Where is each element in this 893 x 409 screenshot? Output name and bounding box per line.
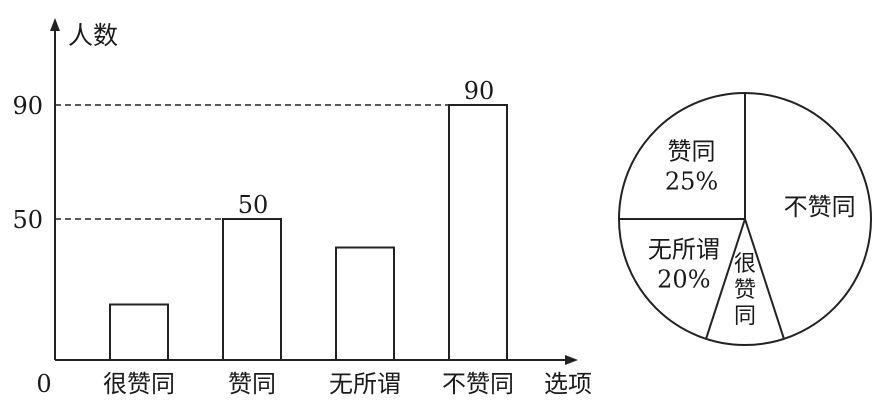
x-tick-label: 很赞同: [103, 370, 175, 398]
bar-1: [109, 303, 169, 361]
bar-2: [222, 218, 282, 361]
pie-slice-percent: 20%: [657, 265, 710, 293]
y-axis-title: 人数: [68, 21, 118, 50]
bar-3: [335, 246, 395, 361]
pie-chart: 赞同25% 无所谓20% 很赞同 不赞同: [618, 92, 872, 346]
x-tick-label: 无所谓: [329, 370, 401, 398]
figure: 很赞同50赞同 无所谓90不赞同 5090人数选项0 赞同25%无所谓20%很赞同…: [12, 18, 872, 398]
bar-marks: 很赞同 50 赞同 无所谓 90 不赞同: [103, 77, 514, 398]
bar-data-label: 90: [464, 77, 495, 105]
x-axis-title: 选项: [544, 370, 592, 398]
y-tick-label: 90: [12, 92, 43, 120]
pie-slice-percent: 25%: [665, 168, 718, 196]
pie-slice-label: 很赞同: [734, 252, 756, 329]
pie-slice-label: 赞同: [668, 138, 716, 166]
x-tick-label: 不赞同: [442, 370, 514, 398]
x-axis-arrow: [565, 355, 578, 365]
x-tick-label: 赞同: [228, 370, 276, 398]
pie-slice-label: 无所谓: [648, 235, 720, 263]
bar-chart: 很赞同 50 赞同 无所谓 90 不赞同 50 90 人数选项 0: [12, 18, 592, 398]
origin-label: 0: [36, 370, 51, 398]
pie-slice-label: 不赞同: [784, 193, 856, 221]
y-axis-arrow: [50, 18, 60, 31]
y-tick-label: 50: [12, 206, 43, 234]
bar-4: [448, 104, 508, 361]
bar-data-label: 50: [238, 191, 269, 219]
